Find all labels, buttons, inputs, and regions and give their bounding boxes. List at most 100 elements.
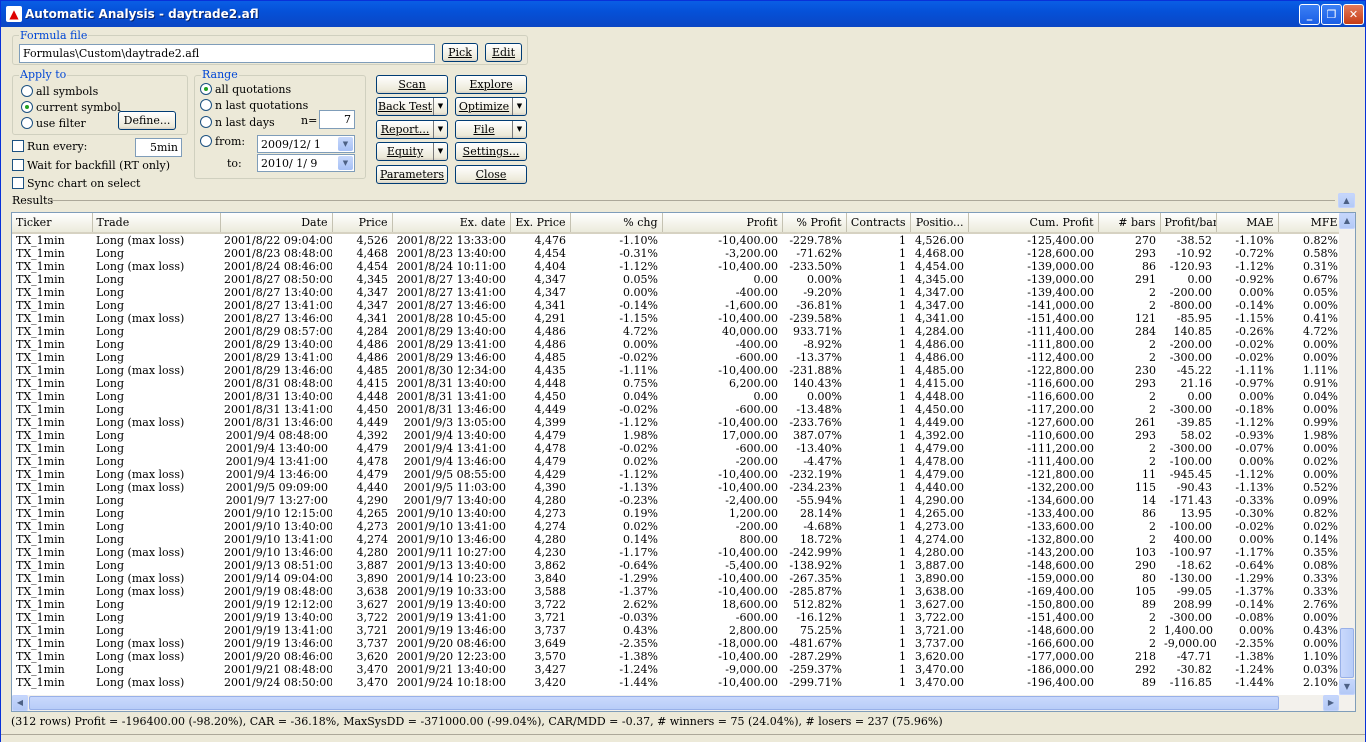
parameters-button[interactable]: Parameters — [376, 165, 448, 184]
formula-path-field[interactable]: Formulas\Custom\daytrade2.afl — [19, 44, 435, 63]
table-row[interactable]: TX_1min Long 2001/9/13 08:51:00 3,887 2001/9… — [12, 559, 1342, 572]
file-button[interactable]: File ▼ — [455, 120, 527, 139]
run-every-field[interactable]: 5min — [135, 138, 182, 157]
close-window-button[interactable]: ✕ — [1343, 4, 1364, 25]
table-row[interactable]: TX_1min Long (max loss) 2001/8/29 13:46:00… — [12, 364, 1342, 377]
results-grid[interactable]: Ticker Trade Date Price Ex. date Ex. Price% c… — [11, 212, 1356, 712]
back-test-button[interactable]: Back Test ▼ — [376, 97, 448, 116]
table-row[interactable]: TX_1min Long 2001/8/29 08:57:00 4,284 2001/8… — [12, 325, 1342, 338]
chevron-down-icon[interactable]: ▼ — [433, 121, 447, 138]
table-row[interactable]: TX_1min Long (max loss) 2001/8/22 09:04:00… — [12, 233, 1342, 247]
chevron-down-icon[interactable]: ▼ — [512, 121, 526, 138]
table-row[interactable]: TX_1min Long (max loss) 2001/9/24 08:50:00… — [12, 676, 1342, 689]
report-button[interactable]: Report... ▼ — [376, 120, 448, 139]
table-row[interactable]: TX_1min Long 2001/8/31 13:41:00 4,450 2001/8… — [12, 403, 1342, 416]
backfill-checkbox[interactable]: Wait for backfill (RT only) — [12, 159, 170, 172]
scroll-up-icon[interactable]: ▲ — [1339, 213, 1355, 229]
close-button[interactable]: Close — [455, 165, 527, 184]
scroll-right-icon[interactable]: ▶ — [1323, 695, 1339, 711]
chevron-down-icon[interactable]: ▼ — [338, 156, 353, 170]
scan-button[interactable]: Scan — [376, 75, 448, 94]
column-header[interactable]: Profit — [662, 213, 783, 234]
table-row[interactable]: TX_1min Long 2001/8/31 13:40:00 4,448 2001/8… — [12, 390, 1342, 403]
maximize-button[interactable]: ❐ — [1321, 4, 1342, 25]
table-row[interactable]: TX_1min Long 2001/9/4 08:48:00 4,392 2001/9/… — [12, 429, 1342, 442]
table-row[interactable]: TX_1min Long 2001/9/4 13:41:00 4,478 2001/9/… — [12, 455, 1342, 468]
table-row[interactable]: TX_1min Long 2001/8/27 13:41:00 4,347 2001/8… — [12, 299, 1342, 312]
table-row[interactable]: TX_1min Long 2001/8/29 13:40:00 4,486 2001/8… — [12, 338, 1342, 351]
column-header[interactable]: MFE — [1278, 213, 1343, 234]
table-row[interactable]: TX_1min Long 2001/9/21 08:48:00 3,470 2001/9… — [12, 663, 1342, 676]
table-row[interactable]: TX_1min Long (max loss) 2001/8/27 13:46:00… — [12, 312, 1342, 325]
sync-chart-checkbox[interactable]: Sync chart on select — [12, 177, 140, 190]
column-header[interactable]: Ex. Price — [510, 213, 571, 234]
column-header[interactable]: % chg — [570, 213, 663, 234]
column-header[interactable]: Contracts — [846, 213, 911, 234]
table-row[interactable]: TX_1min Long (max loss) 2001/9/5 09:09:00 4… — [12, 481, 1342, 494]
radio-n-last-days[interactable]: n last days — [200, 116, 275, 129]
optimize-button[interactable]: Optimize ▼ — [455, 97, 527, 116]
table-row[interactable]: TX_1min Long (max loss) 2001/9/4 13:46:00 4… — [12, 468, 1342, 481]
title-bar[interactable]: ▲ Automatic Analysis - daytrade2.afl _ ❐… — [1, 1, 1365, 27]
vertical-scrollbar[interactable]: ▲ ▼ — [1339, 213, 1355, 695]
column-header[interactable]: MAE — [1216, 213, 1279, 234]
table-row[interactable]: TX_1min Long 2001/8/31 08:48:00 4,415 2001/8… — [12, 377, 1342, 390]
horizontal-scrollbar[interactable]: ◀ ▶ — [12, 695, 1355, 711]
minimize-button[interactable]: _ — [1299, 4, 1320, 25]
table-row[interactable]: TX_1min Long 2001/9/10 12:15:00 4,265 2001/9… — [12, 507, 1342, 520]
n-value-field[interactable]: 7 — [319, 110, 355, 129]
column-header[interactable]: Price — [332, 213, 393, 234]
scroll-left-icon[interactable]: ◀ — [12, 695, 28, 711]
table-row[interactable]: TX_1min Long 2001/9/7 13:27:00 4,290 2001/9/… — [12, 494, 1342, 507]
to-date-picker[interactable]: 2010/ 1/ 9 ▼ — [257, 154, 355, 172]
settings-button[interactable]: Settings... — [455, 142, 527, 161]
column-header[interactable]: Profit/bar — [1160, 213, 1217, 234]
chevron-down-icon[interactable]: ▼ — [338, 137, 353, 151]
explore-button[interactable]: Explore — [455, 75, 527, 94]
table-row[interactable]: TX_1min Long 2001/8/27 08:50:00 4,345 2001/8… — [12, 273, 1342, 286]
chevron-down-icon[interactable]: ▼ — [512, 98, 526, 115]
collapse-results-button[interactable]: ▲ — [1338, 193, 1355, 208]
table-row[interactable]: TX_1min Long 2001/9/19 13:40:00 3,722 2001/9… — [12, 611, 1342, 624]
column-header[interactable]: Date — [220, 213, 333, 234]
from-date-picker[interactable]: 2009/12/ 1 ▼ — [257, 135, 355, 153]
table-row[interactable]: TX_1min Long 2001/9/19 13:41:00 3,721 2001/9… — [12, 624, 1342, 637]
table-row[interactable]: TX_1min Long 2001/9/10 13:41:00 4,274 2001/9… — [12, 533, 1342, 546]
column-header[interactable]: Trade — [92, 213, 221, 234]
column-header[interactable]: Cum. Profit — [968, 213, 1099, 234]
edit-button[interactable]: Edit — [485, 43, 522, 62]
table-row[interactable]: TX_1min Long (max loss) 2001/9/19 13:46:00… — [12, 637, 1342, 650]
equity-button[interactable]: Equity ▼ — [376, 142, 448, 161]
radio-all-quotations[interactable]: all quotations — [200, 83, 291, 96]
table-row[interactable]: TX_1min Long (max loss) 2001/8/31 13:46:00… — [12, 416, 1342, 429]
chevron-down-icon[interactable]: ▼ — [433, 98, 447, 115]
column-header[interactable]: Ex. date — [392, 213, 511, 234]
run-every-checkbox[interactable]: Run every: — [12, 140, 87, 153]
scroll-down-icon[interactable]: ▼ — [1339, 679, 1355, 695]
horizontal-scroll-thumb[interactable] — [29, 696, 1279, 710]
radio-all-symbols[interactable]: all symbols — [21, 85, 98, 98]
radio-n-last-quotations[interactable]: n last quotations — [200, 99, 308, 112]
radio-from[interactable]: from: — [200, 135, 245, 148]
table-row[interactable]: TX_1min Long (max loss) 2001/9/19 08:48:00… — [12, 585, 1342, 598]
radio-use-filter[interactable]: use filter — [21, 117, 86, 130]
column-header[interactable]: % Profit — [782, 213, 847, 234]
table-row[interactable]: TX_1min Long 2001/8/27 13:40:00 4,347 2001/8… — [12, 286, 1342, 299]
define-button[interactable]: Define... — [118, 111, 176, 130]
column-header[interactable]: Ticker — [12, 213, 93, 234]
vertical-scroll-thumb[interactable] — [1340, 628, 1354, 678]
table-row[interactable]: TX_1min Long (max loss) 2001/8/24 08:46:00… — [12, 260, 1342, 273]
table-row[interactable]: TX_1min Long 2001/9/10 13:40:00 4,273 2001/9… — [12, 520, 1342, 533]
table-row[interactable]: TX_1min Long 2001/8/23 08:48:00 4,468 2001/8… — [12, 247, 1342, 260]
table-row[interactable]: TX_1min Long (max loss) 2001/9/10 13:46:00… — [12, 546, 1342, 559]
table-row[interactable]: TX_1min Long (max loss) 2001/9/14 09:04:00… — [12, 572, 1342, 585]
pick-button[interactable]: Pick — [442, 43, 478, 62]
table-row[interactable]: TX_1min Long 2001/9/19 12:12:00 3,627 2001/9… — [12, 598, 1342, 611]
radio-current-symbol[interactable]: current symbol — [21, 101, 121, 114]
table-row[interactable]: TX_1min Long 2001/8/29 13:41:00 4,486 2001/8… — [12, 351, 1342, 364]
column-header[interactable]: Positio... — [910, 213, 969, 234]
column-header[interactable]: # bars — [1098, 213, 1161, 234]
chevron-down-icon[interactable]: ▼ — [433, 143, 447, 160]
table-row[interactable]: TX_1min Long 2001/9/4 13:40:00 4,479 2001/9/… — [12, 442, 1342, 455]
table-row[interactable]: TX_1min Long (max loss) 2001/9/20 08:46:00… — [12, 650, 1342, 663]
